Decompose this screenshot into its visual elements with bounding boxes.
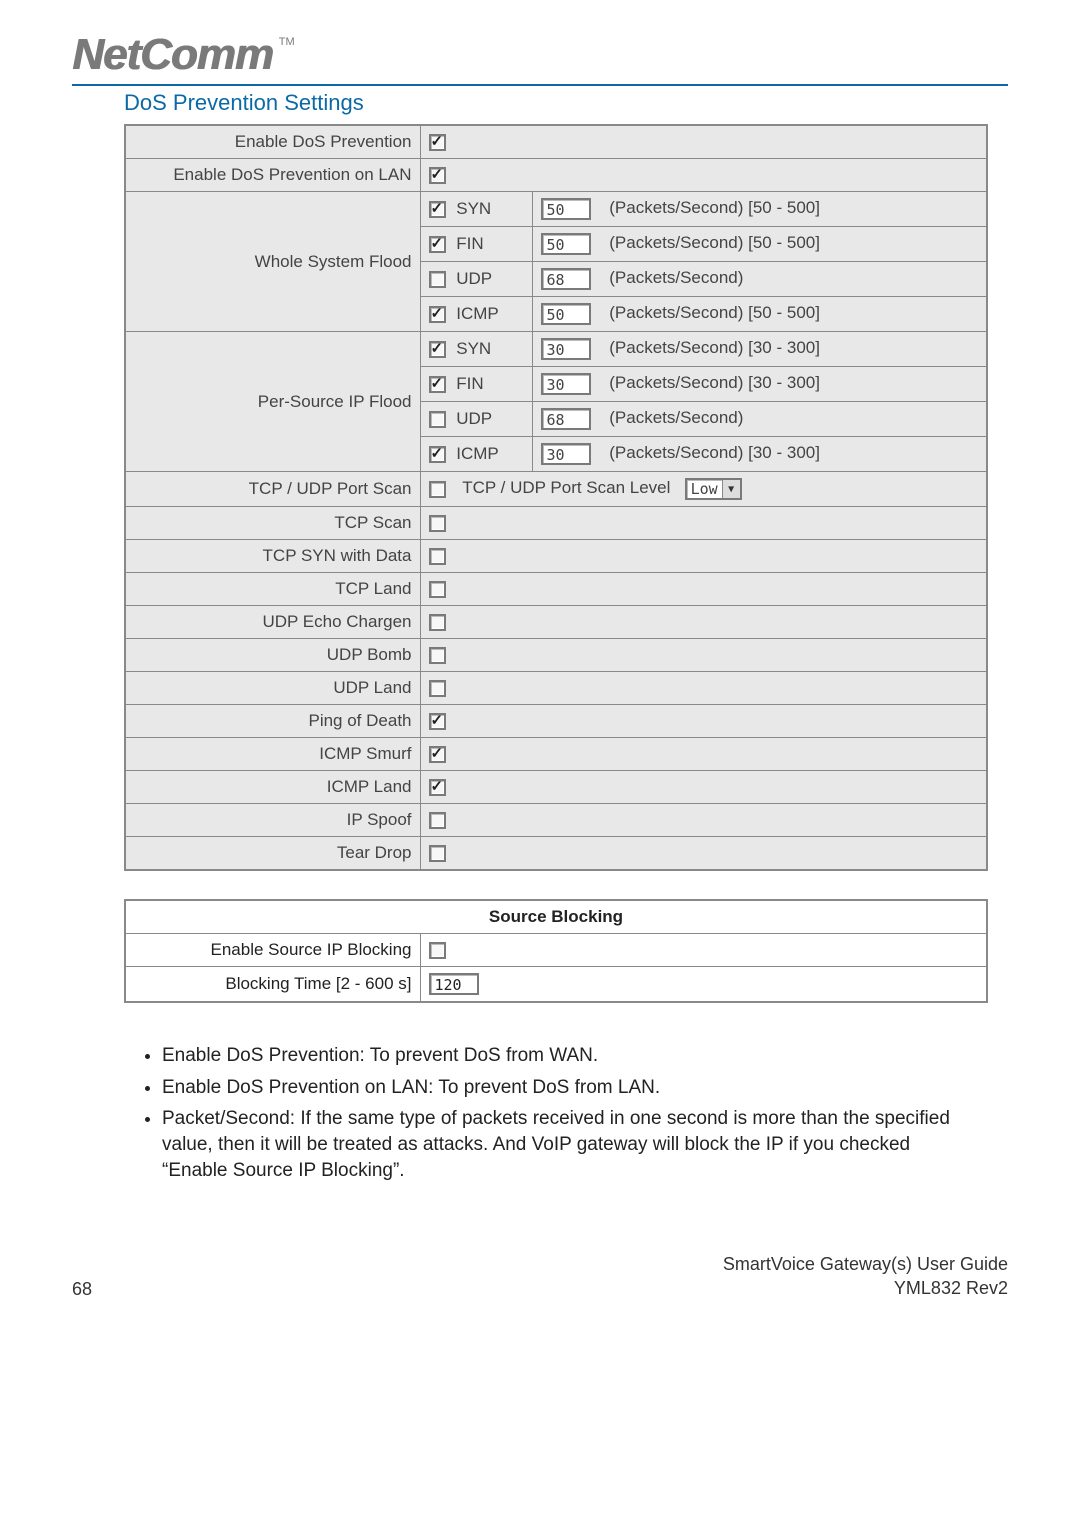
tcp-land-label: TCP Land xyxy=(125,573,420,606)
psf-syn-suffix: (Packets/Second) [30 - 300] xyxy=(609,338,820,357)
port-scan-level-select[interactable]: Low xyxy=(685,478,742,500)
psf-fin-checkbox[interactable] xyxy=(429,376,446,393)
wsf-udp-checkbox[interactable] xyxy=(429,271,446,288)
psf-udp-checkbox[interactable] xyxy=(429,411,446,428)
brand-tm: TM xyxy=(279,36,295,48)
blocking-time-input[interactable]: 120 xyxy=(429,973,479,995)
enable-source-ip-blocking-label: Enable Source IP Blocking xyxy=(125,934,420,967)
psf-icmp-name: ICMP xyxy=(456,444,499,463)
header-divider xyxy=(72,84,1008,86)
note-item: Enable DoS Prevention on LAN: To prevent… xyxy=(162,1075,978,1101)
per-source-flood-label: Per-Source IP Flood xyxy=(125,332,420,472)
wsf-icmp-name: ICMP xyxy=(456,304,499,323)
wsf-syn-suffix: (Packets/Second) [50 - 500] xyxy=(609,198,820,217)
ping-of-death-label: Ping of Death xyxy=(125,705,420,738)
page-footer: 68 SmartVoice Gateway(s) User Guide YML8… xyxy=(72,1253,1008,1300)
tear-drop-label: Tear Drop xyxy=(125,837,420,871)
ping-of-death-checkbox[interactable] xyxy=(429,713,446,730)
udp-land-label: UDP Land xyxy=(125,672,420,705)
wsf-fin-checkbox[interactable] xyxy=(429,236,446,253)
notes-list: Enable DoS Prevention: To prevent DoS fr… xyxy=(162,1043,978,1183)
wsf-syn-name: SYN xyxy=(456,199,491,218)
port-scan-level-value: Low xyxy=(687,480,722,498)
source-blocking-title: Source Blocking xyxy=(125,900,987,934)
tear-drop-checkbox[interactable] xyxy=(429,845,446,862)
port-scan-label: TCP / UDP Port Scan xyxy=(125,472,420,507)
icmp-smurf-label: ICMP Smurf xyxy=(125,738,420,771)
tcp-scan-checkbox[interactable] xyxy=(429,515,446,532)
psf-icmp-input[interactable]: 30 xyxy=(541,443,591,465)
enable-dos-label: Enable DoS Prevention xyxy=(125,125,420,159)
psf-syn-input[interactable]: 30 xyxy=(541,338,591,360)
whole-system-flood-label: Whole System Flood xyxy=(125,192,420,332)
enable-dos-lan-checkbox[interactable] xyxy=(429,167,446,184)
psf-udp-suffix: (Packets/Second) xyxy=(609,408,743,427)
psf-icmp-checkbox[interactable] xyxy=(429,446,446,463)
udp-echo-chargen-checkbox[interactable] xyxy=(429,614,446,631)
psf-fin-input[interactable]: 30 xyxy=(541,373,591,395)
enable-dos-checkbox[interactable] xyxy=(429,134,446,151)
psf-syn-checkbox[interactable] xyxy=(429,341,446,358)
wsf-udp-name: UDP xyxy=(456,269,492,288)
wsf-fin-input[interactable]: 50 xyxy=(541,233,591,255)
tcp-scan-label: TCP Scan xyxy=(125,507,420,540)
icmp-smurf-checkbox[interactable] xyxy=(429,746,446,763)
udp-echo-chargen-label: UDP Echo Chargen xyxy=(125,606,420,639)
tcp-syn-data-label: TCP SYN with Data xyxy=(125,540,420,573)
psf-syn-name: SYN xyxy=(456,339,491,358)
footer-guide: SmartVoice Gateway(s) User Guide xyxy=(723,1253,1008,1276)
tcp-syn-data-checkbox[interactable] xyxy=(429,548,446,565)
icmp-land-label: ICMP Land xyxy=(125,771,420,804)
enable-dos-lan-label: Enable DoS Prevention on LAN xyxy=(125,159,420,192)
wsf-fin-suffix: (Packets/Second) [50 - 500] xyxy=(609,233,820,252)
udp-land-checkbox[interactable] xyxy=(429,680,446,697)
wsf-fin-name: FIN xyxy=(456,234,483,253)
note-item: Packet/Second: If the same type of packe… xyxy=(162,1106,978,1183)
psf-fin-name: FIN xyxy=(456,374,483,393)
section-title: DoS Prevention Settings xyxy=(124,90,1008,116)
psf-icmp-suffix: (Packets/Second) [30 - 300] xyxy=(609,443,820,462)
udp-bomb-checkbox[interactable] xyxy=(429,647,446,664)
footer-rev: YML832 Rev2 xyxy=(723,1277,1008,1300)
blocking-time-label: Blocking Time [2 - 600 s] xyxy=(125,967,420,1003)
icmp-land-checkbox[interactable] xyxy=(429,779,446,796)
chevron-down-icon xyxy=(722,480,740,498)
port-scan-checkbox[interactable] xyxy=(429,481,446,498)
note-item: Enable DoS Prevention: To prevent DoS fr… xyxy=(162,1043,978,1069)
dos-settings-table: Enable DoS Prevention Enable DoS Prevent… xyxy=(124,124,988,871)
brand-name: NetComm xyxy=(72,30,273,80)
wsf-udp-input[interactable]: 68 xyxy=(541,268,591,290)
wsf-syn-input[interactable]: 50 xyxy=(541,198,591,220)
psf-udp-input[interactable]: 68 xyxy=(541,408,591,430)
wsf-icmp-checkbox[interactable] xyxy=(429,306,446,323)
psf-fin-suffix: (Packets/Second) [30 - 300] xyxy=(609,373,820,392)
brand-logo: NetComm TM xyxy=(72,30,1008,80)
wsf-udp-suffix: (Packets/Second) xyxy=(609,268,743,287)
tcp-land-checkbox[interactable] xyxy=(429,581,446,598)
udp-bomb-label: UDP Bomb xyxy=(125,639,420,672)
page-number: 68 xyxy=(72,1279,92,1300)
ip-spoof-checkbox[interactable] xyxy=(429,812,446,829)
source-blocking-table: Source Blocking Enable Source IP Blockin… xyxy=(124,899,988,1003)
enable-source-ip-blocking-checkbox[interactable] xyxy=(429,942,446,959)
wsf-syn-checkbox[interactable] xyxy=(429,201,446,218)
ip-spoof-label: IP Spoof xyxy=(125,804,420,837)
wsf-icmp-input[interactable]: 50 xyxy=(541,303,591,325)
port-scan-level-label: TCP / UDP Port Scan Level xyxy=(462,478,670,497)
wsf-icmp-suffix: (Packets/Second) [50 - 500] xyxy=(609,303,820,322)
psf-udp-name: UDP xyxy=(456,409,492,428)
